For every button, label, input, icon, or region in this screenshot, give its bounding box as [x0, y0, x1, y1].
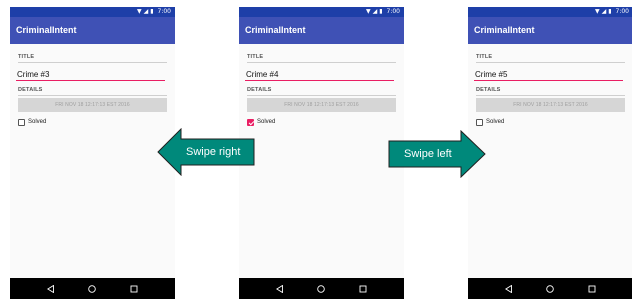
- solved-checkbox-row[interactable]: Solved: [247, 118, 275, 127]
- back-icon[interactable]: [502, 282, 516, 296]
- home-icon[interactable]: [314, 282, 328, 296]
- crime-date-button[interactable]: FRI NOV 18 12:17:13 EST 2016: [476, 98, 625, 112]
- app-title: CriminalIntent: [239, 17, 404, 44]
- navigation-bar: [10, 278, 175, 299]
- battery-icon: ▮: [379, 8, 383, 15]
- wifi-icon: ▼: [365, 8, 371, 15]
- crime-date-button[interactable]: FRI NOV 18 12:17:13 EST 2016: [247, 98, 396, 112]
- solved-label: Solved: [486, 119, 505, 125]
- details-section-label: DETAILS: [476, 87, 625, 96]
- solved-checkbox-row[interactable]: Solved: [476, 118, 504, 127]
- solved-checkbox-row[interactable]: Solved: [18, 118, 46, 127]
- status-time: 7:00: [615, 8, 629, 15]
- navigation-bar: [468, 278, 632, 299]
- signal-icon: ◢: [601, 8, 607, 15]
- title-section-label: TITLE: [476, 54, 625, 63]
- crime-title-input[interactable]: [16, 68, 165, 81]
- phone-screen-crime-4: ▼ ◢ ▮ 7:00 CriminalIntent TITLE DETAILS …: [239, 7, 404, 299]
- swipe-right-label: Swipe right: [186, 146, 241, 158]
- back-icon[interactable]: [273, 282, 287, 296]
- crime-detail-form: TITLE DETAILS FRI NOV 18 12:17:13 EST 20…: [468, 44, 632, 278]
- wifi-icon: ▼: [136, 8, 142, 15]
- navigation-bar: [239, 278, 404, 299]
- details-section-label: DETAILS: [18, 87, 167, 96]
- solved-checkbox[interactable]: [247, 119, 254, 126]
- phone-screen-crime-3: ▼ ◢ ▮ 7:00 CriminalIntent TITLE DETAILS …: [10, 7, 175, 299]
- crime-title-input[interactable]: [474, 68, 623, 81]
- title-section-label: TITLE: [247, 54, 396, 63]
- home-icon[interactable]: [543, 282, 557, 296]
- solved-label: Solved: [28, 119, 47, 125]
- signal-icon: ◢: [143, 8, 149, 15]
- wifi-icon: ▼: [594, 8, 600, 15]
- home-icon[interactable]: [85, 282, 99, 296]
- app-title: CriminalIntent: [468, 17, 632, 44]
- crime-detail-form: TITLE DETAILS FRI NOV 18 12:17:13 EST 20…: [10, 44, 175, 278]
- battery-icon: ▮: [608, 8, 612, 15]
- crime-detail-form: TITLE DETAILS FRI NOV 18 12:17:13 EST 20…: [239, 44, 404, 278]
- back-icon[interactable]: [44, 282, 58, 296]
- solved-checkbox[interactable]: [476, 119, 483, 126]
- crime-title-input[interactable]: [245, 68, 394, 81]
- signal-icon: ◢: [372, 8, 378, 15]
- crime-date-button[interactable]: FRI NOV 18 12:17:13 EST 2016: [18, 98, 167, 112]
- title-section-label: TITLE: [18, 54, 167, 63]
- recents-icon[interactable]: [127, 282, 141, 296]
- app-title: CriminalIntent: [10, 17, 175, 44]
- phone-screen-crime-5: ▼ ◢ ▮ 7:00 CriminalIntent TITLE DETAILS …: [468, 7, 632, 299]
- solved-label: Solved: [257, 119, 276, 125]
- status-bar: ▼ ◢ ▮ 7:00: [468, 7, 632, 17]
- battery-icon: ▮: [150, 8, 154, 15]
- status-bar: ▼ ◢ ▮ 7:00: [10, 7, 175, 17]
- status-time: 7:00: [386, 8, 400, 15]
- recents-icon[interactable]: [585, 282, 599, 296]
- solved-checkbox[interactable]: [18, 119, 25, 126]
- details-section-label: DETAILS: [247, 87, 396, 96]
- status-bar: ▼ ◢ ▮ 7:00: [239, 7, 404, 17]
- status-time: 7:00: [157, 8, 171, 15]
- swipe-left-label: Swipe left: [404, 148, 452, 160]
- recents-icon[interactable]: [356, 282, 370, 296]
